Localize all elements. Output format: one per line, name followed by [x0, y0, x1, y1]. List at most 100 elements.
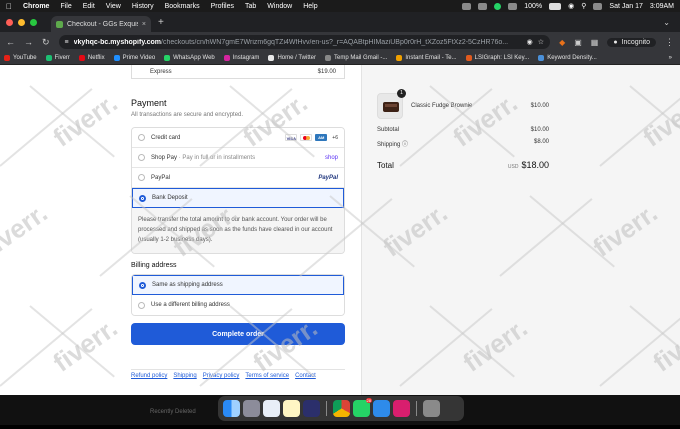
shipping-method-label: Express	[150, 68, 172, 75]
url-text[interactable]: vkyhqc-bc.myshopify.com/checkouts/cn/hWN…	[74, 39, 522, 46]
creative-cloud-icon[interactable]	[393, 400, 410, 417]
bookmark-item[interactable]: LSIGraph: LSI Key...	[465, 55, 529, 61]
radio-bank-deposit[interactable]	[139, 194, 146, 202]
brownie-image	[383, 102, 399, 112]
shop-pay-hint: · Pay in full or in installments	[178, 154, 256, 161]
bookmark-item[interactable]: Instagram	[223, 55, 259, 61]
payment-option-shop-pay[interactable]: Shop Pay · Pay in full or in installment…	[132, 148, 344, 168]
apple-icon[interactable]: 	[6, 2, 12, 11]
more-menu-icon[interactable]: ⋮	[665, 37, 674, 48]
tab-search-icon[interactable]: ⌄	[663, 18, 670, 27]
bookmark-item[interactable]: WhatsApp Web	[164, 55, 215, 61]
shipping-policy-link[interactable]: Shipping	[173, 373, 196, 379]
status-icon[interactable]	[462, 2, 472, 10]
radio-paypal[interactable]	[138, 174, 145, 181]
menu-help[interactable]: Help	[303, 3, 317, 10]
bookmark-star-icon[interactable]: ☆	[538, 38, 544, 46]
wifi-icon[interactable]: ◉	[568, 2, 574, 10]
bookmark-item[interactable]: Fiverr	[45, 55, 70, 61]
subtotal-row: Subtotal $10.00	[377, 127, 549, 133]
back-arrow-icon[interactable]: ←	[6, 37, 15, 47]
tab-close-icon[interactable]: ×	[142, 21, 146, 28]
zoom-window-button[interactable]	[30, 18, 37, 26]
bookmark-item[interactable]: Home / Twitter	[268, 55, 316, 61]
shipping-method-express[interactable]: Express $19.00	[131, 65, 345, 79]
dock-separator	[416, 401, 417, 416]
close-window-button[interactable]	[6, 18, 13, 26]
incognito-eye-icon[interactable]: ◉	[527, 38, 533, 46]
chrome-icon[interactable]	[333, 400, 350, 417]
clock-time[interactable]: 3:09AM	[650, 3, 674, 10]
puzzle-extensions-icon[interactable]: ▦	[591, 38, 599, 47]
battery-icon[interactable]	[549, 2, 562, 10]
bookmark-item[interactable]: Temp Mail Gmail -...	[325, 55, 387, 61]
terms-of-service-link[interactable]: Terms of service	[245, 373, 289, 379]
radio-shop-pay[interactable]	[138, 154, 145, 161]
radio-billing-same[interactable]	[139, 281, 146, 289]
status-icon[interactable]	[508, 2, 518, 10]
bookmark-label: Temp Mail Gmail -...	[334, 55, 388, 61]
payment-option-paypal[interactable]: PayPal PayPal	[132, 168, 344, 188]
address-bar[interactable]: ≡ vkyhqc-bc.myshopify.com/checkouts/cn/h…	[58, 35, 551, 49]
bookmark-item[interactable]: Netflix	[78, 55, 105, 61]
bookmark-item[interactable]: Instant Email - Te...	[396, 55, 457, 61]
payment-option-credit-card[interactable]: Credit card VISA AM +6	[132, 128, 344, 148]
billing-option-same[interactable]: Same as shipping address	[132, 275, 344, 295]
menu-file[interactable]: File	[60, 3, 71, 10]
menu-app-name[interactable]: Chrome	[23, 3, 49, 10]
refund-policy-link[interactable]: Refund policy	[131, 373, 167, 379]
menu-profiles[interactable]: Profiles	[211, 3, 234, 10]
safari-icon[interactable]	[263, 400, 280, 417]
whatsapp-icon[interactable]: 28	[353, 398, 372, 417]
window-controls	[6, 18, 37, 26]
new-tab-button[interactable]: +	[158, 17, 164, 28]
vpn-icon[interactable]	[303, 400, 320, 417]
forward-arrow-icon[interactable]: →	[24, 37, 33, 47]
radio-credit-card[interactable]	[138, 134, 145, 141]
shopify-favicon-icon	[56, 20, 63, 28]
bank-deposit-label: Bank Deposit	[152, 195, 188, 201]
menu-edit[interactable]: Edit	[83, 3, 95, 10]
site-info-icon[interactable]: ≡	[65, 39, 69, 46]
bookmarks-overflow-icon[interactable]: »	[669, 55, 672, 61]
menu-view[interactable]: View	[106, 3, 121, 10]
browser-toolbar: ← → ↻ ≡ vkyhqc-bc.myshopify.com/checkout…	[0, 32, 680, 52]
search-icon[interactable]: ⚲	[581, 2, 586, 10]
extension-icon[interactable]: ▣	[574, 38, 582, 47]
complete-order-button[interactable]: Complete order	[131, 323, 345, 345]
menu-tab[interactable]: Tab	[245, 3, 256, 10]
payment-subtitle: All transactions are secure and encrypte…	[131, 112, 244, 118]
notes-icon[interactable]	[283, 400, 300, 417]
payment-option-bank-deposit[interactable]: Bank Deposit	[132, 188, 344, 208]
extension-icon[interactable]: ◆	[559, 38, 565, 47]
menu-window[interactable]: Window	[267, 3, 292, 10]
contact-link[interactable]: Contact	[295, 373, 316, 379]
shop-pay-label: Shop Pay	[151, 154, 178, 161]
finder-icon[interactable]	[223, 400, 240, 417]
menu-bookmarks[interactable]: Bookmarks	[165, 3, 200, 10]
bookmark-favicon-icon	[538, 55, 545, 61]
status-icon[interactable]	[478, 2, 488, 10]
bookmark-item[interactable]: Prime Video	[113, 55, 155, 61]
privacy-policy-link[interactable]: Privacy policy	[203, 373, 240, 379]
minimize-window-button[interactable]	[18, 18, 25, 26]
whatsapp-status-icon[interactable]	[494, 2, 502, 10]
incognito-profile-button[interactable]: ● Incognito	[607, 37, 656, 47]
billing-option-different[interactable]: Use a different billing address	[132, 295, 344, 315]
bookmark-item[interactable]: YouTube	[4, 55, 37, 61]
product-name: Classic Fudge Brownie	[411, 103, 473, 109]
photo-app-icon[interactable]	[373, 400, 390, 417]
total-value: $18.00	[521, 160, 549, 170]
info-icon[interactable]: ⓘ	[402, 142, 408, 148]
control-center-icon[interactable]	[593, 2, 603, 10]
launchpad-icon[interactable]	[243, 400, 260, 417]
trash-icon[interactable]	[423, 400, 440, 417]
radio-billing-different[interactable]	[138, 301, 145, 309]
bookmark-item[interactable]: Keyword Density...	[538, 55, 597, 61]
reload-icon[interactable]: ↻	[42, 37, 50, 48]
menu-history[interactable]: History	[132, 3, 154, 10]
bookmark-label: Fiverr	[54, 55, 70, 61]
tab-checkout[interactable]: Checkout - GGs Exquisite De ×	[51, 16, 151, 32]
clock-day[interactable]: Sat Jan 17	[609, 3, 642, 10]
whatsapp-badge: 28	[365, 398, 372, 403]
